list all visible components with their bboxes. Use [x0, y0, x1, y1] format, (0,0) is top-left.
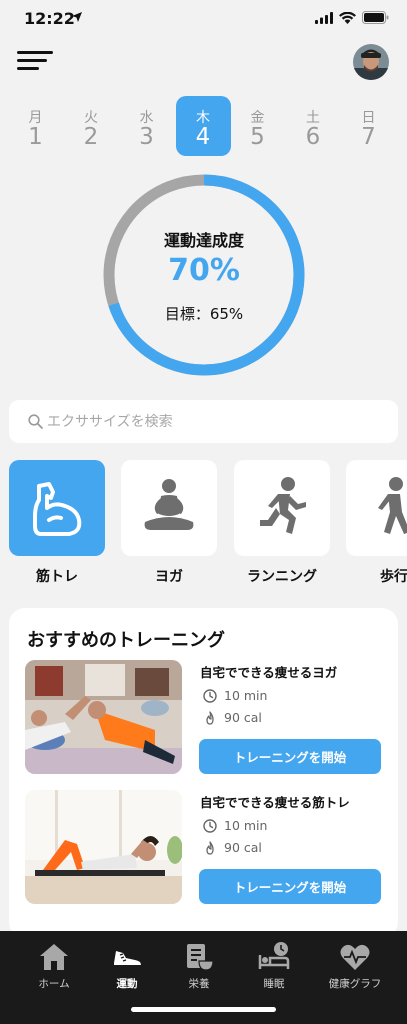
health-graph-icon — [340, 944, 370, 970]
start-training-button[interactable]: トレーニングを開始 — [199, 739, 381, 774]
yoga-class-photo — [25, 660, 182, 774]
home-icon — [40, 944, 68, 970]
day-sat[interactable]: 土6 — [286, 96, 341, 156]
recommended-title: おすすめのトレーニング — [27, 630, 225, 651]
training-item-yoga: 自宅でできる痩せるヨガ 10 min 90 cal トレーニングを開始 — [25, 660, 385, 774]
day-weekday: 月 — [28, 110, 43, 126]
tab-label: ホーム — [38, 978, 70, 990]
clock-icon — [203, 818, 217, 833]
day-sun[interactable]: 日7 — [341, 96, 396, 156]
category-yoga[interactable]: ヨガ — [121, 460, 217, 586]
training-duration-text: 10 min — [224, 818, 268, 833]
training-calories-text: 90 cal — [224, 710, 262, 725]
search-icon — [28, 414, 43, 429]
clock-icon — [203, 688, 217, 703]
menu-line — [17, 51, 53, 54]
sleep-icon — [258, 942, 290, 969]
category-tile — [121, 460, 217, 556]
day-number: 4 — [195, 124, 211, 150]
tab-nutrition[interactable]: 栄養 — [158, 931, 240, 1001]
search-input[interactable] — [47, 400, 387, 443]
training-item-muscle: 自宅でできる痩せる筋トレ 10 min 90 cal トレーニングを開始 — [25, 790, 385, 904]
tab-label: 栄養 — [188, 978, 210, 990]
category-walking[interactable]: 歩行 — [346, 460, 407, 586]
category-label: ヨガ — [155, 569, 183, 585]
battery-icon — [362, 11, 389, 24]
status-time: 12:22 — [24, 9, 75, 28]
day-number: 2 — [83, 124, 99, 150]
day-fri[interactable]: 金5 — [230, 96, 285, 156]
category-label: 歩行 — [380, 569, 407, 585]
progress-title: 運動達成度 — [163, 231, 244, 250]
running-icon — [260, 477, 306, 534]
day-weekday: 水 — [139, 110, 154, 126]
signal-icon — [315, 11, 333, 24]
recommended-card: おすすめのトレーニング 自宅でできる痩せるヨガ 10 min 90 cal トレ… — [9, 608, 398, 938]
day-weekday: 土 — [306, 110, 320, 126]
tab-home[interactable]: ホーム — [13, 931, 95, 1001]
tab-label: 健康グラフ — [328, 978, 382, 990]
training-thumbnail-yoga[interactable] — [25, 660, 182, 774]
training-calories-text: 90 cal — [224, 840, 262, 855]
day-number: 1 — [28, 124, 43, 150]
progress-value: 70% — [168, 253, 240, 288]
tab-health-graph[interactable]: 健康グラフ — [314, 931, 396, 1001]
nutrition-icon — [187, 944, 214, 971]
start-training-button[interactable]: トレーニングを開始 — [199, 869, 381, 904]
category-tile — [9, 460, 105, 556]
day-wed[interactable]: 水3 — [119, 96, 174, 156]
training-duration: 10 min — [203, 688, 267, 703]
category-muscle-training[interactable]: 筋トレ — [9, 460, 105, 586]
status-icons — [315, 11, 389, 24]
yoga-icon — [144, 479, 194, 530]
tab-label: 運動 — [116, 978, 138, 990]
tab-exercise[interactable]: 運動 — [86, 931, 168, 1001]
location-arrow-icon — [72, 12, 82, 22]
category-list: 筋トレ ヨガ ランニング 歩行 — [0, 460, 407, 590]
training-thumbnail-muscle[interactable] — [25, 790, 182, 904]
menu-button[interactable] — [17, 50, 53, 72]
day-weekday: 火 — [84, 110, 98, 126]
wifi-icon — [339, 11, 356, 24]
day-tue[interactable]: 火2 — [64, 96, 119, 156]
training-duration: 10 min — [203, 818, 267, 833]
day-number: 6 — [305, 124, 321, 150]
sneaker-icon — [114, 951, 141, 967]
flame-icon — [206, 710, 214, 725]
day-mon[interactable]: 月1 — [8, 96, 63, 156]
status-bar: 12:22 — [0, 0, 407, 40]
home-indicator[interactable] — [131, 1007, 276, 1012]
menu-line — [17, 59, 47, 62]
category-tile — [234, 460, 330, 556]
search-bar — [9, 400, 398, 443]
category-tile — [346, 460, 407, 556]
day-number: 5 — [250, 124, 265, 150]
category-label: 筋トレ — [36, 569, 78, 585]
day-number: 7 — [361, 124, 376, 150]
progress-target: 目標：65% — [164, 305, 244, 323]
week-selector: 月1 火2 水3 木4 金5 土6 日7 — [8, 96, 398, 156]
training-calories: 90 cal — [203, 710, 262, 725]
training-duration-text: 10 min — [224, 688, 268, 703]
avatar[interactable] — [353, 44, 389, 80]
day-thu-selected[interactable]: 木4 — [175, 96, 231, 156]
training-title: 自宅でできる痩せるヨガ — [200, 665, 338, 680]
profile-photo — [353, 44, 389, 80]
progress-ring: 運動達成度 70% 目標：65% — [102, 173, 306, 377]
muscle-arm-icon — [33, 482, 82, 536]
training-calories: 90 cal — [203, 840, 262, 855]
tab-sleep[interactable]: 睡眠 — [233, 931, 315, 1001]
training-title: 自宅でできる痩せる筋トレ — [200, 795, 350, 810]
day-weekday: 金 — [250, 110, 265, 126]
tab-label: 睡眠 — [263, 978, 285, 990]
menu-line — [17, 67, 39, 70]
category-label: ランニング — [247, 569, 317, 585]
walking-icon — [378, 477, 407, 534]
day-number: 3 — [139, 124, 154, 150]
muscle-training-photo — [25, 790, 182, 904]
day-weekday: 日 — [361, 110, 376, 126]
category-running[interactable]: ランニング — [234, 460, 330, 586]
day-weekday: 木 — [196, 110, 210, 126]
flame-icon — [206, 840, 214, 855]
